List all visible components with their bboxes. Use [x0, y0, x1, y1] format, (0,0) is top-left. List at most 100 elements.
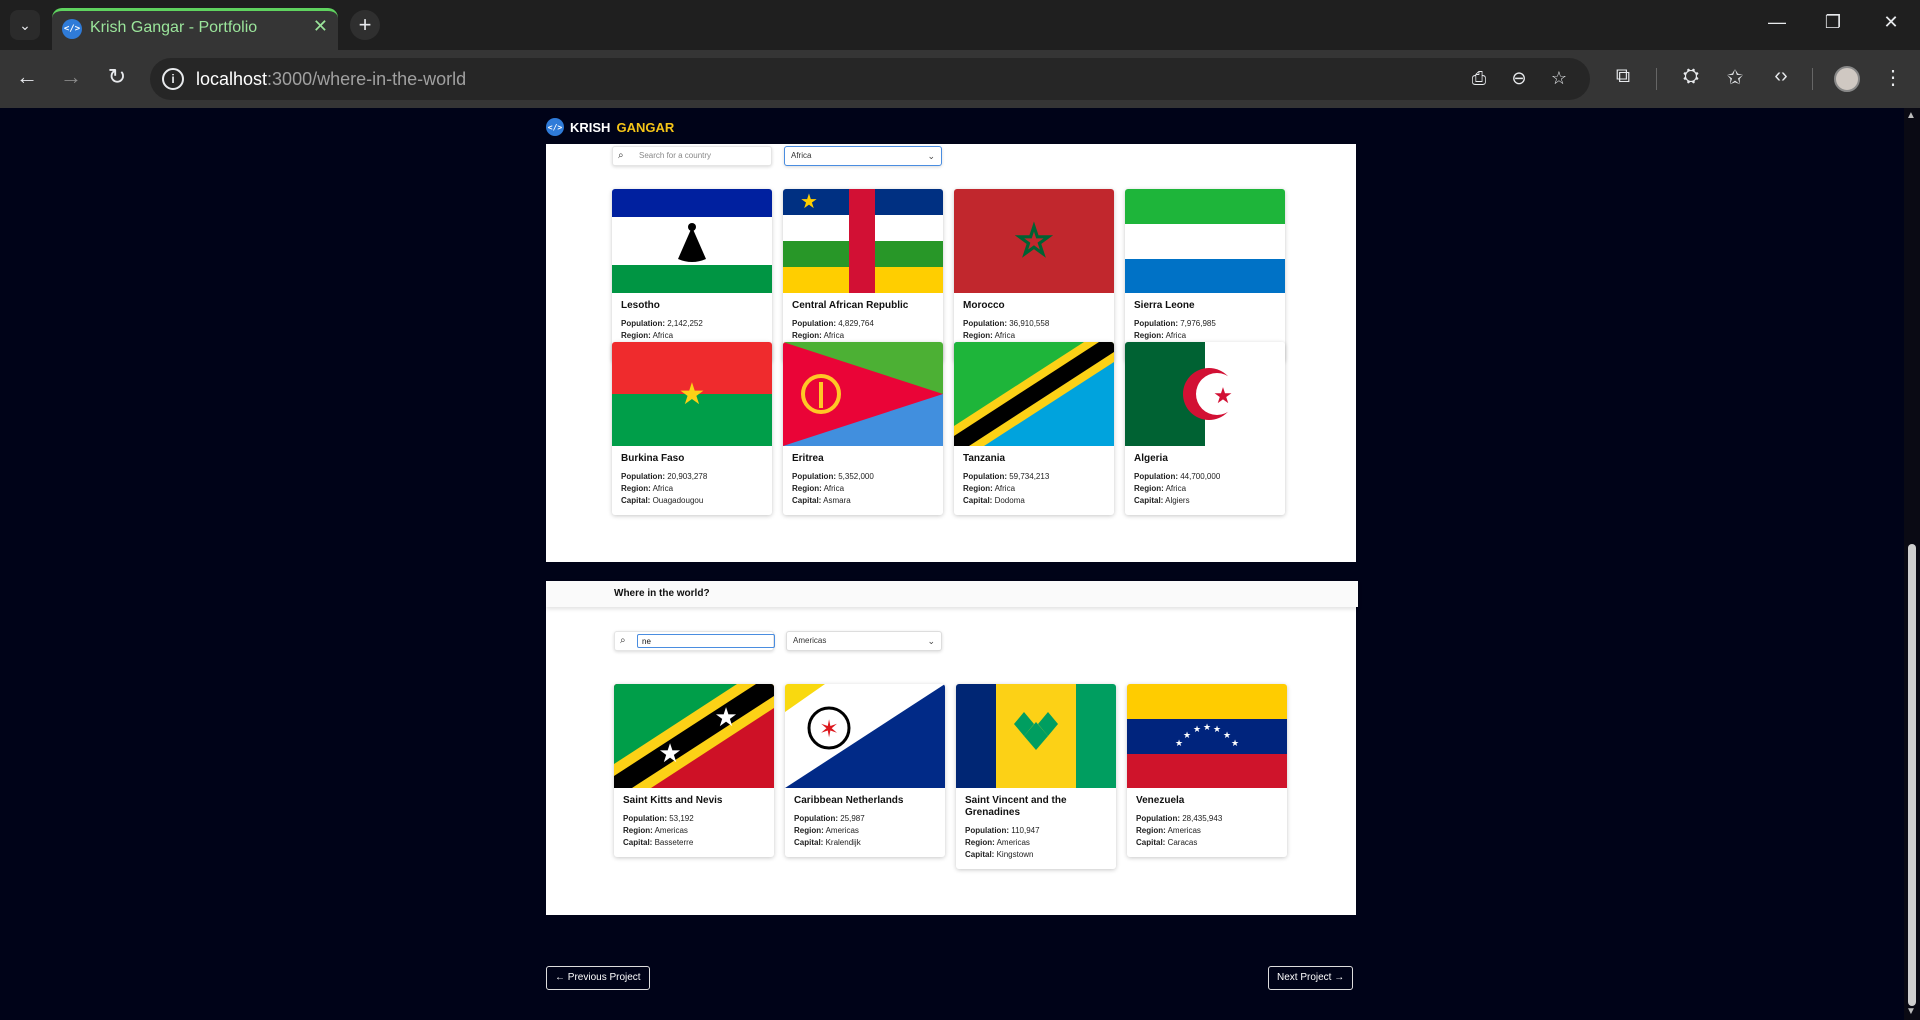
country-name: Algeria	[1134, 453, 1168, 464]
minimize-icon[interactable]: —	[1762, 12, 1792, 33]
url-text[interactable]: localhost:3000/where-in-the-world	[196, 69, 466, 90]
forward-arrow-icon[interactable]: →	[56, 64, 86, 90]
region-stat: Region: Americas	[794, 825, 936, 837]
demo-frame-americas: Where in the world? ⌕ ne Americas ⌄ ★ ★ Sa…	[546, 581, 1358, 915]
population-value: 7,976,985	[1180, 319, 1216, 328]
country-card[interactable]: ★ Burkina Faso Population: 20,903,278 Regio…	[612, 342, 772, 515]
country-name: Burkina Faso	[621, 453, 685, 464]
zoom-out-icon[interactable]: ⊖	[1506, 68, 1532, 89]
profile-avatar[interactable]	[1834, 66, 1860, 92]
devtools-code-icon[interactable]: ‹›	[1766, 65, 1796, 88]
card-body: Tanzania Population: 59,734,213 Region: Af…	[954, 446, 1114, 515]
capital-value: Dodoma	[994, 496, 1025, 505]
tab-active[interactable]: </> Krish Gangar - Portfolio ✕	[52, 8, 338, 50]
population-stat: Population: 110,947	[965, 825, 1107, 837]
capital-label: Capital:	[1136, 838, 1166, 847]
search-input[interactable]: ne	[637, 634, 775, 648]
back-arrow-icon[interactable]: ←	[12, 64, 42, 90]
country-card[interactable]: ☆ Morocco Population: 36,910,558 Region: Af…	[954, 189, 1114, 362]
region-select[interactable]: Africa ⌄	[784, 146, 942, 166]
card-body: Burkina Faso Population: 20,903,278 Region…	[612, 446, 772, 515]
region-value: Americas	[825, 826, 859, 835]
site-info-icon[interactable]: i	[162, 68, 184, 90]
extensions-puzzle-icon[interactable]: ⧉	[1608, 65, 1638, 88]
country-card[interactable]: ★ Central African Republic Population: 4,8…	[783, 189, 943, 362]
search-input[interactable]: Search for a country	[635, 149, 773, 163]
tab-strip: ⌄ </> Krish Gangar - Portfolio ✕ + — ❐ ✕	[0, 0, 1920, 50]
population-value: 4,829,764	[838, 319, 874, 328]
country-name: Saint Vincent and the Grenadines	[965, 795, 1067, 818]
scroll-up-icon[interactable]: ▲	[1906, 110, 1916, 121]
search-icon: ⌕	[618, 150, 624, 161]
country-card[interactable]: Lesotho Population: 2,142,252 Region: Afri…	[612, 189, 772, 362]
new-tab-plus-icon[interactable]: +	[350, 10, 380, 40]
scroll-thumb[interactable]	[1908, 544, 1916, 1006]
incognito-icon[interactable]: ⛭	[1676, 65, 1706, 88]
population-label: Population:	[963, 472, 1007, 481]
region-label: Region:	[621, 331, 651, 340]
capital-value: Kralendijk	[825, 838, 861, 847]
card-body: Saint Kitts and Nevis Population: 53,192 R…	[614, 788, 774, 857]
capital-value: Algiers	[1165, 496, 1190, 505]
region-stat: Region: Africa	[963, 483, 1105, 495]
capital-stat: Capital: Kingstown	[965, 849, 1107, 861]
country-card[interactable]: Eritrea Population: 5,352,000 Region: Afri…	[783, 342, 943, 515]
tab-close-icon[interactable]: ✕	[313, 16, 328, 37]
population-stat: Population: 44,700,000	[1134, 471, 1276, 483]
country-flag	[1125, 189, 1285, 293]
region-label: Region:	[965, 838, 995, 847]
search-box[interactable]: ⌕ ne	[614, 631, 775, 651]
scroll-down-icon[interactable]: ▼	[1906, 1006, 1916, 1017]
region-label: Region:	[963, 484, 993, 493]
svg-text:★: ★	[1203, 722, 1211, 732]
country-card[interactable]: Tanzania Population: 59,734,213 Region: Af…	[954, 342, 1114, 515]
search-box[interactable]: ⌕ Search for a country	[612, 146, 772, 166]
country-flag	[956, 684, 1116, 788]
favorites-icon[interactable]: ✩	[1720, 65, 1750, 90]
population-label: Population:	[792, 319, 836, 328]
reload-icon[interactable]: ↻	[102, 64, 132, 90]
install-app-icon[interactable]: ⎙	[1466, 68, 1492, 89]
capital-label: Capital:	[1134, 496, 1164, 505]
region-select-value: Americas	[793, 636, 827, 645]
toolbar-divider	[1656, 68, 1657, 90]
region-value: Africa	[1165, 484, 1187, 493]
previous-project-button[interactable]: ← Previous Project	[546, 966, 650, 990]
population-label: Population:	[963, 319, 1007, 328]
population-label: Population:	[1134, 472, 1178, 481]
next-project-button[interactable]: Next Project →	[1268, 966, 1354, 990]
restore-icon[interactable]: ❐	[1818, 12, 1848, 33]
capital-label: Capital:	[623, 838, 653, 847]
brand-first: KRISH	[570, 119, 611, 135]
capital-value: Kingstown	[996, 850, 1034, 859]
scrollbar[interactable]: ▲ ▼	[1904, 108, 1920, 1020]
capital-label: Capital:	[621, 496, 651, 505]
country-card[interactable]: ★ ★ Saint Kitts and Nevis Population: 53,19…	[614, 684, 774, 857]
chevron-down-icon: ⌄	[927, 636, 935, 646]
region-stat: Region: Africa	[963, 330, 1105, 342]
svg-text:★: ★	[658, 738, 681, 768]
population-value: 53,192	[669, 814, 694, 823]
tab-search-chevron-icon[interactable]: ⌄	[10, 10, 40, 40]
capital-label: Capital:	[792, 496, 822, 505]
country-name: Saint Kitts and Nevis	[623, 795, 723, 806]
bookmark-star-icon[interactable]: ☆	[1546, 68, 1572, 89]
country-card[interactable]: Saint Vincent and the Grenadines Populati…	[956, 684, 1116, 869]
country-name: Morocco	[963, 300, 1005, 311]
brand-logo[interactable]: </> KRISH GANGAR	[546, 118, 674, 136]
country-flag	[783, 342, 943, 446]
country-card[interactable]: Sierra Leone Population: 7,976,985 Region:…	[1125, 189, 1285, 362]
population-value: 25,987	[840, 814, 865, 823]
window-close-icon[interactable]: ✕	[1876, 12, 1906, 33]
address-bar[interactable]: i localhost:3000/where-in-the-world ⎙ ⊖ …	[150, 58, 1590, 100]
country-card[interactable]: ★ ★ ★ ★ ★ ★ ★ Venezuela Population: 28,435,943 Re…	[1127, 684, 1287, 857]
svg-text:★: ★	[800, 191, 818, 213]
country-card[interactable]: ✶ Caribbean Netherlands Population: 25,987…	[785, 684, 945, 857]
code-logo-icon: </>	[546, 118, 564, 136]
region-value: Africa	[994, 331, 1016, 340]
svg-text:★: ★	[1223, 730, 1231, 740]
toolbar-divider	[1812, 68, 1813, 90]
region-select[interactable]: Americas ⌄	[786, 631, 942, 651]
menu-kebab-icon[interactable]: ⋮	[1878, 65, 1908, 90]
country-card[interactable]: ★ Algeria Population: 44,700,000 Region: Af…	[1125, 342, 1285, 515]
